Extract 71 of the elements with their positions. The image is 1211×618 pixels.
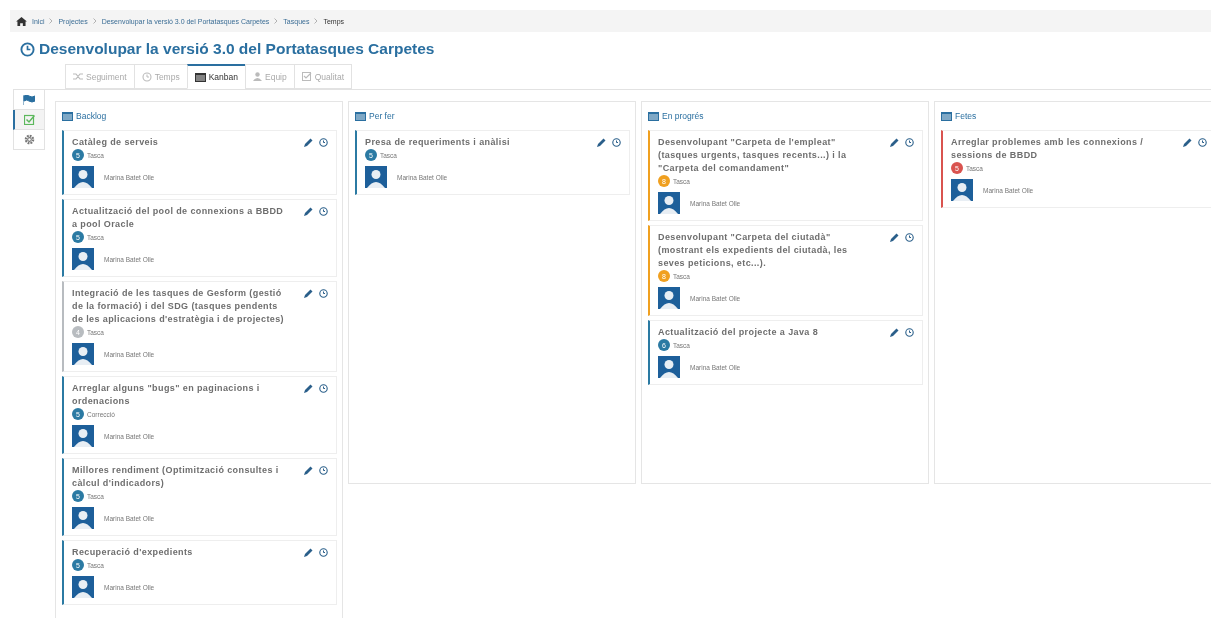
- edit-icon[interactable]: [890, 138, 899, 147]
- list-icon: [648, 111, 659, 121]
- edit-icon[interactable]: [304, 289, 313, 298]
- settings-button[interactable]: [13, 130, 45, 150]
- avatar-icon: [951, 179, 973, 201]
- avatar-icon: [72, 507, 94, 529]
- task-title: Desenvolupant "Carpeta de l'empleat" (tasques urgents, tasques recents...) i la "Carpeta del comandament": [658, 136, 848, 175]
- checklist-button[interactable]: [13, 110, 45, 130]
- avatar-icon: [658, 287, 680, 309]
- task-title: Catàleg de serveis: [72, 136, 160, 149]
- list-icon: [355, 111, 366, 121]
- clock-icon[interactable]: [319, 207, 328, 216]
- list-icon: [194, 72, 206, 82]
- task-title: Desenvolupant "Carpeta del ciutadà" (mostrant els expedients del ciutadà, les seves peticions, etc...).: [658, 231, 849, 270]
- home-icon: [16, 16, 27, 26]
- task-title: Arreglar alguns "bugs" en paginacions i ordenacions: [72, 382, 261, 408]
- task-title: Millores rendiment (Optimització consultes i càlcul d'indicadors): [72, 464, 280, 490]
- edit-icon[interactable]: [890, 328, 899, 337]
- flag-button[interactable]: [13, 90, 45, 110]
- page-title: Desenvolupar la versió 3.0 del Portatasques Carpetes: [39, 40, 435, 58]
- task-title: Recuperació d'expedients: [72, 546, 194, 559]
- checkbox-icon: [24, 114, 35, 125]
- clock-icon[interactable]: [905, 138, 914, 147]
- list-icon: [941, 111, 952, 121]
- user-icon: [253, 72, 262, 81]
- clock-icon[interactable]: [319, 289, 328, 298]
- clock-icon: [20, 41, 35, 57]
- chevron-icon: [314, 18, 319, 24]
- column-title: Per fer: [369, 111, 395, 121]
- edit-icon[interactable]: [304, 466, 313, 475]
- clock-icon[interactable]: [905, 328, 914, 337]
- list-icon: [62, 111, 73, 121]
- chevron-icon: [274, 18, 279, 24]
- avatar-icon: [72, 248, 94, 270]
- chevron-icon: [49, 18, 54, 24]
- edit-icon[interactable]: [304, 138, 313, 147]
- avatar-icon: [72, 343, 94, 365]
- avatar-icon: [658, 356, 680, 378]
- avatar-icon: [365, 166, 387, 188]
- avatar-icon: [72, 425, 94, 447]
- chevron-icon: [92, 18, 97, 24]
- settings-icon: [23, 134, 35, 145]
- avatar-icon: [72, 166, 94, 188]
- column-title: Fetes: [955, 111, 977, 121]
- task-title: Actualització del projecte a Java 8: [658, 326, 820, 339]
- clock-icon: [141, 71, 152, 82]
- clock-icon[interactable]: [319, 466, 328, 475]
- task-title: Arreglar problemes amb les connexions / sessions de BBDD: [951, 136, 1145, 162]
- edit-icon[interactable]: [890, 233, 899, 242]
- edit-icon[interactable]: [1183, 138, 1192, 147]
- task-title: Actualització del pool de connexions a BBDD a pool Oracle: [72, 205, 285, 231]
- clock-icon[interactable]: [319, 548, 328, 557]
- shuffle-icon: [73, 72, 83, 81]
- task-title: Integració de les tasques de Gesform (gestió de la formació) i del SDG (tasques pendents de les aplicacions d'estratègia i de projectes): [72, 287, 285, 326]
- task-title: Presa de requeriments i anàlisi: [365, 136, 511, 149]
- column-title: Backlog: [76, 111, 107, 121]
- clock-icon[interactable]: [905, 233, 914, 242]
- clock-icon[interactable]: [1198, 138, 1207, 147]
- clock-icon[interactable]: [319, 384, 328, 393]
- edit-icon[interactable]: [304, 207, 313, 216]
- edit-icon[interactable]: [304, 548, 313, 557]
- clock-icon[interactable]: [612, 138, 621, 147]
- edit-icon[interactable]: [597, 138, 606, 147]
- edit-icon[interactable]: [304, 384, 313, 393]
- flag-icon: [23, 94, 35, 105]
- avatar-icon: [72, 576, 94, 598]
- column-title: En progrés: [662, 111, 704, 121]
- avatar-icon: [658, 192, 680, 214]
- tab[interactable]: Kanban: [186, 64, 245, 89]
- checkbox-icon: [301, 72, 312, 81]
- clock-icon[interactable]: [319, 138, 328, 147]
